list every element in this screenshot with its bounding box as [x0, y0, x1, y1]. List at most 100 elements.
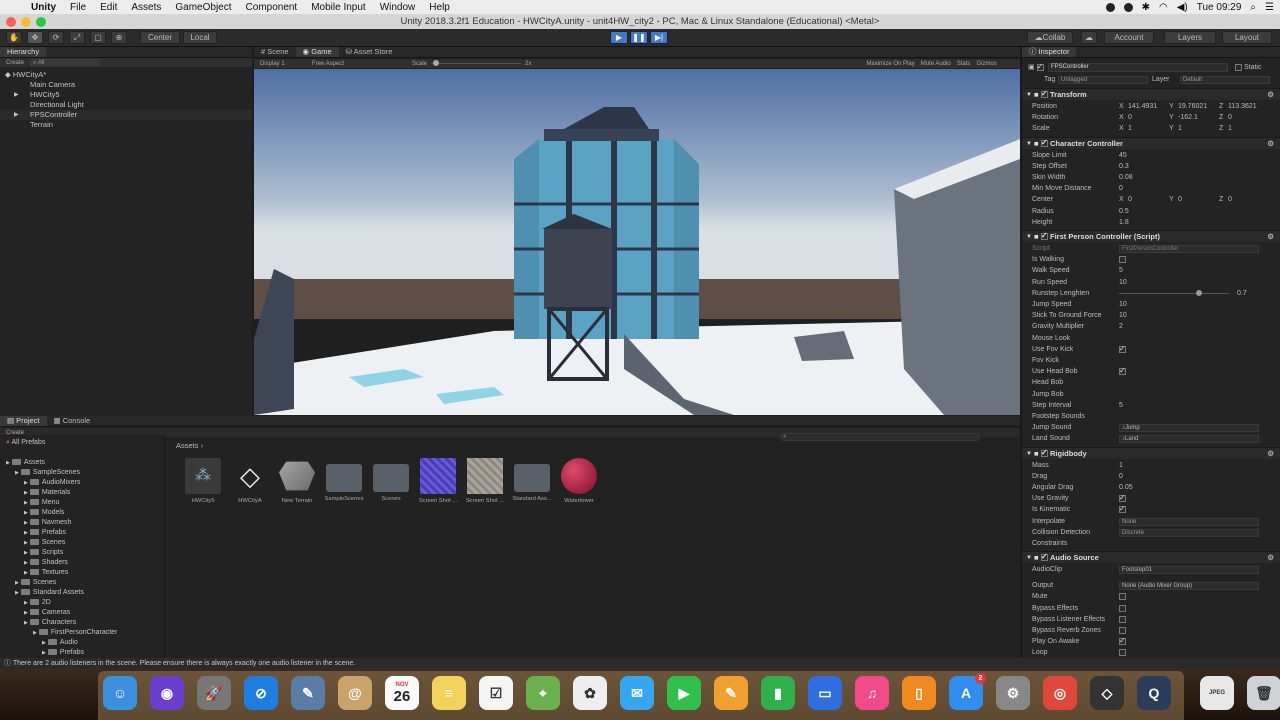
field-value[interactable]: 0.3 [1119, 161, 1129, 172]
scene-root-item[interactable]: ◆ HWCityA* [0, 70, 252, 80]
axis-value[interactable]: 19.76021 [1178, 101, 1207, 112]
hierarchy-search-input[interactable]: ⌕ All [30, 59, 101, 66]
rect-tool-icon[interactable]: ▢ [90, 31, 106, 44]
tab-asset-store[interactable]: ⛁ Asset Store [339, 47, 400, 57]
trash-icon[interactable]: 🗑 [1247, 676, 1280, 710]
layer-dropdown[interactable]: Default [1180, 76, 1270, 84]
component-enabled-checkbox[interactable] [1041, 88, 1048, 100]
siri-icon[interactable]: ◉ [150, 676, 184, 710]
play-button[interactable]: ▶ [610, 31, 628, 44]
expand-arrow-icon[interactable]: ▶ [24, 480, 28, 486]
hierarchy-item-hwcity5[interactable]: ▶ HWCity5 [0, 90, 252, 100]
checkbox[interactable] [1119, 256, 1126, 264]
field-value[interactable]: 10 [1119, 299, 1127, 310]
field-value[interactable]: 0.5 [1119, 206, 1129, 217]
field-value[interactable]: 1 [1119, 460, 1123, 471]
tree-item[interactable]: ▶ Textures [24, 568, 68, 578]
account-dropdown[interactable]: Account [1104, 31, 1154, 44]
tag-dropdown[interactable]: Untagged [1058, 76, 1148, 84]
fold-arrow-icon[interactable]: ▼ [1026, 448, 1032, 460]
field-value[interactable]: 2 [1119, 321, 1123, 332]
checkbox[interactable] [1119, 649, 1126, 657]
expand-arrow-icon[interactable]: ▶ [15, 580, 19, 586]
chrome-icon[interactable]: ◎ [1043, 676, 1077, 710]
checkbox[interactable] [1119, 627, 1126, 634]
breadcrumb[interactable]: Assets › [176, 441, 203, 450]
display-dropdown[interactable]: Display 1 [260, 61, 312, 67]
fold-arrow-icon[interactable]: ▼ [1026, 138, 1032, 150]
axis-value[interactable]: 1 [1178, 123, 1182, 134]
scale-slider-thumb[interactable] [433, 60, 440, 66]
asset-item[interactable]: SampleScenes [321, 458, 367, 502]
tab-game[interactable]: ◉ Game [295, 47, 339, 57]
close-window-icon[interactable] [6, 17, 16, 27]
rotate-tool-icon[interactable]: ⟳ [48, 31, 64, 44]
asset-item[interactable]: Watertower [556, 458, 602, 504]
favorite-all-prefabs[interactable]: ⌕ All Prefabs [6, 438, 45, 448]
hierarchy-item-directional-light[interactable]: Directional Light [0, 100, 252, 110]
expand-arrow-icon[interactable]: ▶ [24, 530, 28, 536]
tree-item[interactable]: ▶ Materials [24, 488, 70, 498]
layers-dropdown[interactable]: Layers [1164, 31, 1216, 44]
expand-arrow-icon[interactable]: ▶ [24, 500, 28, 506]
spotlight-icon[interactable]: ⌕ [1250, 2, 1256, 13]
menu-list-icon[interactable]: ☰ [1265, 2, 1274, 13]
messages-icon[interactable]: ✉ [620, 676, 654, 710]
checkbox[interactable] [1119, 604, 1126, 612]
transform-tool-icon[interactable]: ⊕ [111, 31, 127, 44]
fold-arrow-icon[interactable]: ▼ [1026, 89, 1032, 101]
volume-icon[interactable]: ◀) [1177, 2, 1188, 13]
tree-item[interactable]: ▶ Cameras [24, 608, 70, 618]
expand-arrow-icon[interactable]: ▶ [42, 650, 46, 656]
field-value[interactable]: 0.08 [1119, 172, 1133, 183]
checkbox[interactable] [1119, 503, 1126, 514]
menu-component[interactable]: Component [239, 2, 305, 13]
unity-hub-icon[interactable]: ◇ [1090, 676, 1124, 710]
expand-arrow-icon[interactable]: ▶ [14, 110, 19, 120]
mute-audio-toggle[interactable]: Mute Audio [921, 61, 951, 67]
hierarchy-item-terrain[interactable]: Terrain [0, 120, 252, 130]
project-search-input[interactable]: ⌕ [780, 433, 980, 441]
tree-item[interactable]: ▶ Scripts [24, 548, 63, 558]
settings-gear-icon[interactable]: ⚙ [1267, 138, 1274, 150]
character-controller-header[interactable]: ▼■ Character Controller ⚙ [1022, 136, 1280, 150]
fold-arrow-icon[interactable]: ▼ [1026, 231, 1032, 243]
tree-item[interactable]: ▶ Menu [24, 498, 59, 508]
tree-item[interactable]: ▶ FirstPersonCharacter [33, 628, 117, 638]
axis-value[interactable]: 141.4931 [1128, 101, 1157, 112]
tab-project[interactable]: ▤ Project [0, 416, 47, 426]
axis-value[interactable]: 113.3621 [1228, 101, 1257, 112]
numbers-icon[interactable]: ▮ [761, 676, 795, 710]
notes-icon[interactable]: ≡ [432, 676, 466, 710]
quicktime-icon[interactable]: Q [1137, 676, 1171, 710]
field-value[interactable]: 45 [1119, 150, 1127, 161]
script-field[interactable]: FirstPersonController [1119, 245, 1259, 253]
tree-item[interactable]: ▶ 2D [24, 598, 51, 608]
layout-dropdown[interactable]: Layout [1222, 31, 1272, 44]
active-checkbox[interactable] [1036, 61, 1044, 72]
settings-gear-icon[interactable]: ⚙ [1267, 448, 1274, 460]
bluetooth-icon[interactable]: ✱ [1142, 2, 1150, 13]
menu-window[interactable]: Window [373, 2, 423, 13]
tree-item[interactable]: ▶ Navmesh [24, 518, 71, 528]
expand-arrow-icon[interactable]: ▶ [6, 460, 10, 466]
settings-gear-icon[interactable]: ⚙ [1267, 89, 1274, 101]
tree-item[interactable]: ▶ Prefabs [24, 528, 66, 538]
expand-arrow-icon[interactable]: ▶ [24, 540, 28, 546]
expand-arrow-icon[interactable]: ▶ [24, 550, 28, 556]
pages-icon[interactable]: ✎ [714, 676, 748, 710]
settings-gear-icon[interactable]: ⚙ [1267, 231, 1274, 243]
expand-arrow-icon[interactable]: ▶ [24, 560, 28, 566]
aspect-dropdown[interactable]: Free Aspect [312, 61, 412, 67]
tree-item[interactable]: ▶ Standard Assets [15, 588, 84, 598]
component-enabled-checkbox[interactable] [1041, 551, 1048, 563]
calendar-icon[interactable]: NOV 26 [385, 676, 419, 710]
checkbox[interactable] [1119, 365, 1126, 376]
facetime-icon[interactable]: ▶ [667, 676, 701, 710]
menu-help[interactable]: Help [422, 2, 457, 13]
asset-item[interactable]: New Terrain [274, 458, 320, 504]
tab-inspector[interactable]: ⓘ Inspector [1022, 47, 1077, 57]
asset-item[interactable]: ◇ HWCityA [227, 458, 273, 504]
menu-gameobject[interactable]: GameObject [168, 2, 238, 13]
stats-toggle[interactable]: Stats [957, 61, 971, 67]
